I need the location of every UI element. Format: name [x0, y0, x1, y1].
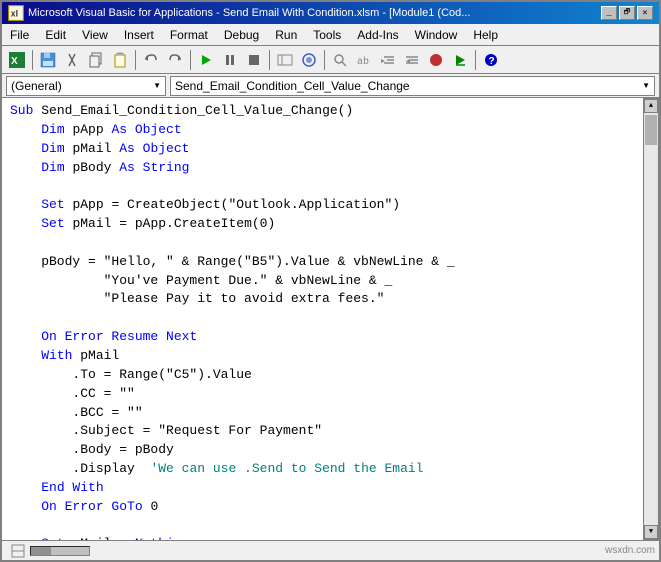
outdent-btn[interactable]	[401, 49, 423, 71]
procedure-dropdown-label: Send_Email_Condition_Cell_Value_Change	[175, 79, 410, 93]
main-window: xl Microsoft Visual Basic for Applicatio…	[0, 0, 661, 562]
copy-button[interactable]	[85, 49, 107, 71]
vertical-scrollbar[interactable]: ▲ ▼	[643, 98, 659, 540]
toolbar-sep-1	[32, 50, 33, 70]
menu-tools[interactable]: Tools	[305, 26, 349, 44]
minimize-button[interactable]: _	[601, 6, 617, 20]
code-editor[interactable]: Sub Send_Email_Condition_Cell_Value_Chan…	[2, 98, 643, 540]
watermark: wsxdn.com	[605, 545, 655, 556]
horizontal-scrollbar-track[interactable]	[30, 546, 90, 556]
code-panel: Sub Send_Email_Condition_Cell_Value_Chan…	[2, 98, 659, 540]
menu-edit[interactable]: Edit	[37, 26, 74, 44]
procedure-dropdown[interactable]: Send_Email_Condition_Cell_Value_Change ▼	[170, 76, 655, 96]
menu-view[interactable]: View	[74, 26, 116, 44]
status-bar: wsxdn.com	[2, 540, 659, 560]
toggle-btn[interactable]	[274, 49, 296, 71]
scroll-down-button[interactable]: ▼	[644, 525, 658, 539]
reset-button[interactable]	[243, 49, 265, 71]
menu-addins[interactable]: Add-Ins	[349, 26, 406, 44]
save-button[interactable]	[37, 49, 59, 71]
help-btn[interactable]: ?	[480, 49, 502, 71]
svg-text:X: X	[11, 56, 18, 67]
menu-format[interactable]: Format	[162, 26, 216, 44]
title-bar: xl Microsoft Visual Basic for Applicatio…	[2, 2, 659, 24]
procedure-dropdown-arrow: ▼	[642, 81, 650, 90]
toolbar-sep-6	[475, 50, 476, 70]
scope-dropdown-label: (General)	[11, 79, 62, 93]
scroll-up-button[interactable]: ▲	[644, 99, 658, 113]
svg-text:xl: xl	[11, 9, 18, 19]
stepinto-btn[interactable]	[449, 49, 471, 71]
toolbar-sep-3	[190, 50, 191, 70]
run-button[interactable]	[195, 49, 217, 71]
code-text: Sub Send_Email_Condition_Cell_Value_Chan…	[10, 102, 635, 536]
toolbar-sep-4	[269, 50, 270, 70]
menu-run[interactable]: Run	[267, 26, 305, 44]
menu-debug[interactable]: Debug	[216, 26, 267, 44]
indent-btn[interactable]	[377, 49, 399, 71]
toolbar-sep-2	[135, 50, 136, 70]
redo-button[interactable]	[164, 49, 186, 71]
app-icon: xl	[8, 5, 24, 21]
toolbar-sep-5	[324, 50, 325, 70]
restore-button[interactable]: 🗗	[619, 6, 635, 20]
toolbar: X	[2, 46, 659, 74]
cut-button[interactable]	[61, 49, 83, 71]
undo-button[interactable]	[140, 49, 162, 71]
status-icon	[6, 544, 30, 558]
title-bar-left: xl Microsoft Visual Basic for Applicatio…	[8, 5, 470, 21]
svg-text:ab: ab	[357, 56, 369, 68]
close-button[interactable]: ✕	[637, 6, 653, 20]
object-browser-btn[interactable]	[298, 49, 320, 71]
menu-bar: File Edit View Insert Format Debug Run T…	[2, 24, 659, 46]
dropdowns-bar: (General) ▼ Send_Email_Condition_Cell_Va…	[2, 74, 659, 98]
menu-insert[interactable]: Insert	[116, 26, 162, 44]
scope-dropdown[interactable]: (General) ▼	[6, 76, 166, 96]
menu-window[interactable]: Window	[407, 26, 466, 44]
menu-help[interactable]: Help	[465, 26, 506, 44]
window-controls[interactable]: _ 🗗 ✕	[601, 6, 653, 20]
scroll-track	[645, 113, 657, 525]
svg-text:?: ?	[489, 56, 495, 67]
replace-btn[interactable]: ab	[353, 49, 375, 71]
window-title: Microsoft Visual Basic for Applications …	[28, 7, 470, 19]
break-button[interactable]	[219, 49, 241, 71]
menu-file[interactable]: File	[2, 26, 37, 44]
toolbar-excel-icon[interactable]: X	[6, 49, 28, 71]
breakpoint-btn[interactable]	[425, 49, 447, 71]
scope-dropdown-arrow: ▼	[153, 81, 161, 90]
horizontal-scrollbar-thumb[interactable]	[31, 547, 51, 555]
paste-button[interactable]	[109, 49, 131, 71]
find-btn[interactable]	[329, 49, 351, 71]
scroll-thumb[interactable]	[645, 115, 657, 145]
